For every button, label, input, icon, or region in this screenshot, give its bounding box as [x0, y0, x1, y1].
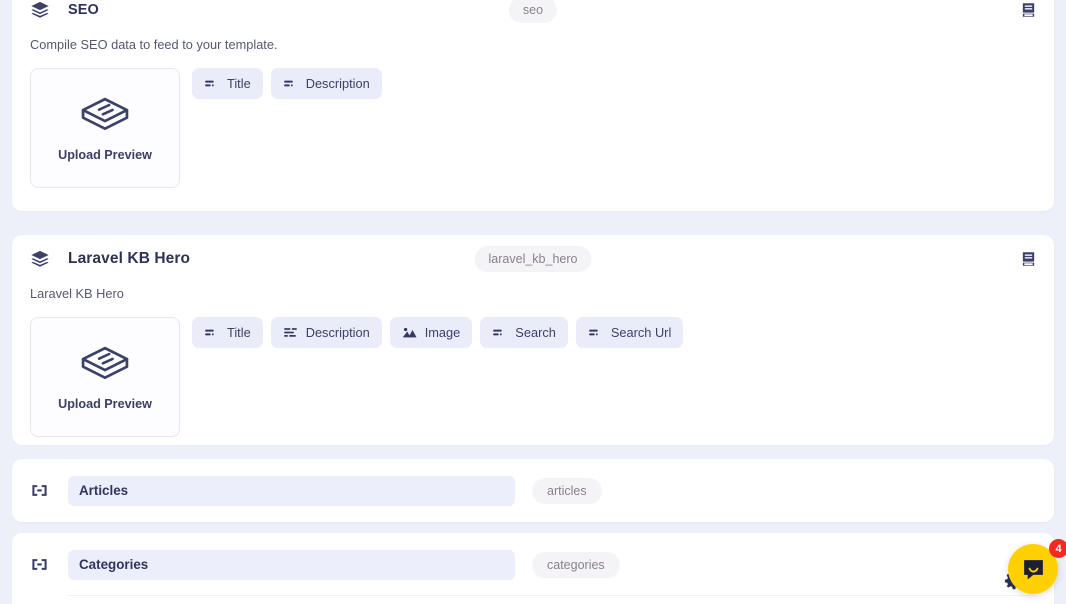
book-icon[interactable]	[1020, 1, 1037, 20]
field-chip-description[interactable]: Description	[270, 317, 382, 348]
text-lines-icon	[204, 325, 219, 340]
categories-name-input[interactable]	[68, 549, 515, 580]
field-chip-label: Search	[515, 325, 556, 340]
field-chip-label: Title	[227, 76, 251, 91]
field-chip-search-url[interactable]: Search Url	[575, 317, 684, 348]
field-chip-description[interactable]: Description	[270, 68, 382, 99]
layers-icon	[30, 0, 50, 20]
field-chip-label: Image	[424, 325, 461, 340]
text-paragraph-icon	[283, 325, 298, 340]
field-chip-title[interactable]: Title	[192, 68, 263, 99]
upload-preview-label: Upload Preview	[58, 148, 152, 162]
field-chip-list: Title Description	[192, 68, 382, 99]
chat-unread-badge: 4	[1049, 539, 1066, 558]
package-box-icon	[78, 343, 132, 387]
field-row: articles	[12, 459, 1054, 522]
field-slug-badge: categories	[532, 551, 620, 578]
section-description: Laravel KB Hero	[30, 286, 124, 301]
upload-preview-box[interactable]: Upload Preview	[30, 317, 180, 437]
text-lines-icon	[204, 76, 219, 91]
code-brackets-icon	[30, 481, 49, 500]
field-chip-search[interactable]: Search	[480, 317, 568, 348]
text-lines-icon	[492, 325, 507, 340]
section-description: Compile SEO data to feed to your templat…	[30, 37, 278, 52]
page-root: SEO seo Compile SEO data to feed to your…	[0, 0, 1066, 604]
section-card-laravel-kb-hero: Laravel KB Hero laravel_kb_hero Laravel …	[12, 235, 1054, 445]
field-card-articles: articles	[12, 459, 1054, 522]
section-slug-badge: seo	[508, 0, 558, 23]
field-chip-list: Title Description Image Search Search Ur…	[192, 317, 684, 348]
field-chip-image[interactable]: Image	[389, 317, 473, 348]
chat-smile-icon	[1021, 557, 1046, 582]
field-chip-label: Description	[305, 325, 370, 340]
image-icon	[402, 325, 417, 340]
row-divider	[68, 595, 1036, 596]
section-body: Upload Preview Title Description Image S…	[12, 301, 1054, 437]
upload-preview-box[interactable]: Upload Preview	[30, 68, 180, 188]
field-slug-badge: articles	[532, 477, 602, 504]
section-header: SEO seo	[12, 0, 1054, 34]
field-chip-title[interactable]: Title	[192, 317, 263, 348]
field-card-categories: categories	[12, 533, 1054, 604]
book-icon[interactable]	[1020, 250, 1037, 269]
upload-preview-label: Upload Preview	[58, 397, 152, 411]
field-chip-label: Title	[227, 325, 251, 340]
layers-icon	[30, 249, 50, 269]
section-card-seo: SEO seo Compile SEO data to feed to your…	[12, 0, 1054, 211]
text-lines-icon	[283, 76, 298, 91]
field-chip-label: Search Url	[610, 325, 672, 340]
section-header: Laravel KB Hero laravel_kb_hero	[12, 235, 1054, 283]
section-slug-badge: laravel_kb_hero	[474, 246, 592, 272]
field-chip-label: Description	[305, 76, 370, 91]
text-lines-icon	[588, 325, 603, 340]
field-row: categories	[12, 533, 1054, 596]
section-title: SEO	[68, 2, 99, 18]
package-box-icon	[78, 94, 132, 138]
section-title: Laravel KB Hero	[68, 250, 191, 267]
articles-name-input[interactable]	[68, 475, 515, 506]
code-brackets-icon	[30, 555, 49, 574]
section-body: Upload Preview Title Description	[12, 52, 1054, 188]
